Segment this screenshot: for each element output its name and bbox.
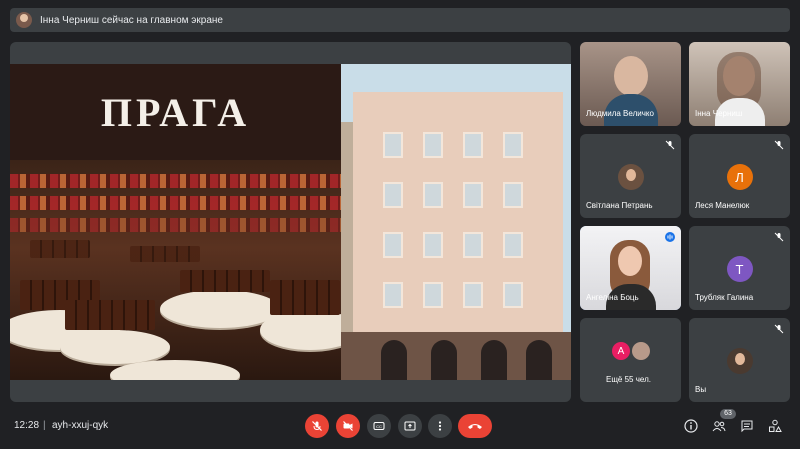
self-tile[interactable]: Вы — [689, 318, 790, 402]
camera-off-icon — [343, 421, 353, 431]
participant-initial: А — [612, 342, 630, 360]
participant-tile-speaking[interactable]: Ангеліна Боць — [580, 226, 681, 310]
participant-tile[interactable]: Людмила Величко — [580, 42, 681, 126]
participant-name: Леся Манелюк — [695, 201, 750, 210]
people-icon — [712, 421, 726, 432]
participant-avatar — [617, 164, 644, 190]
participant-count-badge: 63 — [720, 409, 736, 419]
participant-avatar — [632, 342, 650, 360]
mic-off-icon — [774, 232, 784, 242]
meeting-info-button[interactable] — [683, 418, 699, 434]
participant-name: Ангеліна Боць — [586, 293, 639, 302]
participant-name: Інна Черниш — [695, 109, 743, 118]
camera-toggle-button[interactable] — [336, 414, 360, 438]
self-avatar — [726, 348, 753, 374]
chocolate-shop-image — [10, 160, 341, 380]
participant-name: Людмила Величко — [586, 109, 654, 118]
mic-off-icon — [774, 324, 784, 334]
chat-button[interactable] — [739, 418, 755, 434]
participant-tile[interactable]: Л Леся Манелюк — [689, 134, 790, 218]
speaking-indicator-icon — [665, 232, 675, 242]
svg-text:CC: CC — [376, 424, 382, 429]
participant-name: Вы — [695, 385, 707, 394]
hang-up-icon — [468, 424, 482, 429]
participant-name: Трубляк Галина — [695, 293, 754, 302]
prague-building-image — [341, 64, 571, 380]
more-vert-icon — [438, 421, 442, 431]
clock: 12:28 — [14, 420, 40, 431]
captions-button[interactable]: CC — [367, 414, 391, 438]
shared-screen: ПРАГА — [10, 42, 571, 402]
more-options-button[interactable] — [428, 414, 452, 438]
participant-tile[interactable]: Т Трубляк Галина — [689, 226, 790, 310]
presentation-slide: ПРАГА — [10, 64, 571, 380]
present-screen-button[interactable] — [398, 414, 422, 438]
activities-icon — [769, 419, 782, 432]
mic-toggle-button[interactable] — [305, 414, 329, 438]
present-icon — [404, 421, 416, 431]
captions-icon: CC — [373, 422, 385, 430]
participant-name: Світлана Петрань — [586, 201, 653, 210]
slide-title-box: ПРАГА — [10, 64, 341, 160]
chat-icon — [741, 420, 753, 433]
leave-call-button[interactable] — [458, 414, 492, 438]
slide-left-panel: ПРАГА — [10, 64, 341, 380]
participants-button[interactable] — [711, 418, 727, 434]
mic-off-icon — [665, 140, 675, 150]
participant-tile[interactable]: Інна Черниш — [689, 42, 790, 126]
presenter-avatar — [16, 12, 32, 28]
mic-off-icon — [312, 421, 322, 431]
slide-title: ПРАГА — [100, 89, 251, 135]
presenter-banner-text: Інна Черниш сейчас на главном экране — [40, 14, 223, 26]
mic-off-icon — [774, 140, 784, 150]
participant-tile[interactable]: Світлана Петрань — [580, 134, 681, 218]
separator: | — [43, 420, 46, 431]
info-icon — [684, 419, 698, 433]
activities-button[interactable] — [767, 418, 783, 434]
more-participants-tile[interactable]: А Ещё 55 чел. — [580, 318, 681, 402]
participant-initial: Т — [726, 256, 753, 282]
more-participants-label: Ещё 55 чел. — [606, 375, 651, 384]
meeting-code: ayh-xxuj-qyk — [52, 420, 109, 431]
presenter-banner: Інна Черниш сейчас на главном экране — [10, 8, 790, 32]
control-bar: 12:28 | ayh-xxuj-qyk CC 63 — [0, 406, 800, 449]
participant-initial: Л — [726, 164, 753, 190]
